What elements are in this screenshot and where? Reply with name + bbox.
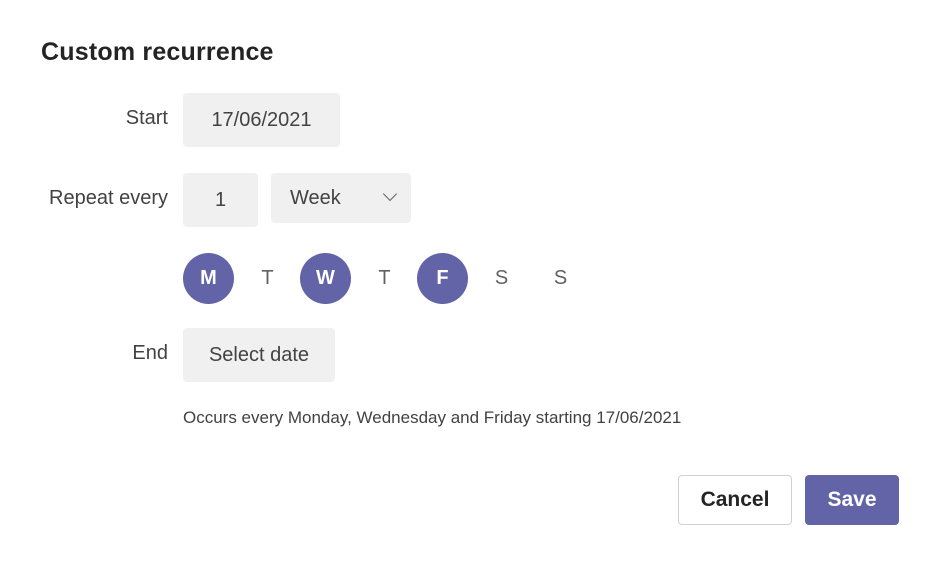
end-date-field[interactable]: Select date: [183, 328, 335, 382]
dialog-title: Custom recurrence: [41, 38, 274, 66]
repeat-interval-input[interactable]: 1: [183, 173, 258, 227]
day-toggle-saturday[interactable]: S: [476, 253, 527, 304]
day-toggle-monday[interactable]: M: [183, 253, 234, 304]
start-label: Start: [125, 107, 168, 129]
recurrence-summary: Occurs every Monday, Wednesday and Frida…: [183, 408, 682, 427]
end-date-placeholder: Select date: [208, 343, 310, 366]
day-toggle-sunday[interactable]: S: [535, 253, 586, 304]
day-toggle-tuesday[interactable]: T: [242, 253, 293, 304]
repeat-unit-dropdown[interactable]: Week: [271, 173, 411, 223]
start-date-field[interactable]: 17/06/2021: [183, 93, 340, 147]
chevron-down-icon: [382, 186, 398, 202]
repeat-unit-value: Week: [290, 186, 341, 209]
day-toggle-friday[interactable]: F: [417, 253, 468, 304]
end-label: End: [132, 342, 168, 364]
day-toggle-thursday[interactable]: T: [359, 253, 410, 304]
cancel-button[interactable]: Cancel: [678, 475, 792, 525]
repeat-every-label: Repeat every: [49, 187, 168, 209]
start-date-value: 17/06/2021: [211, 108, 312, 131]
day-toggle-wednesday[interactable]: W: [300, 253, 351, 304]
save-button[interactable]: Save: [805, 475, 899, 525]
repeat-interval-value: 1: [214, 188, 227, 211]
